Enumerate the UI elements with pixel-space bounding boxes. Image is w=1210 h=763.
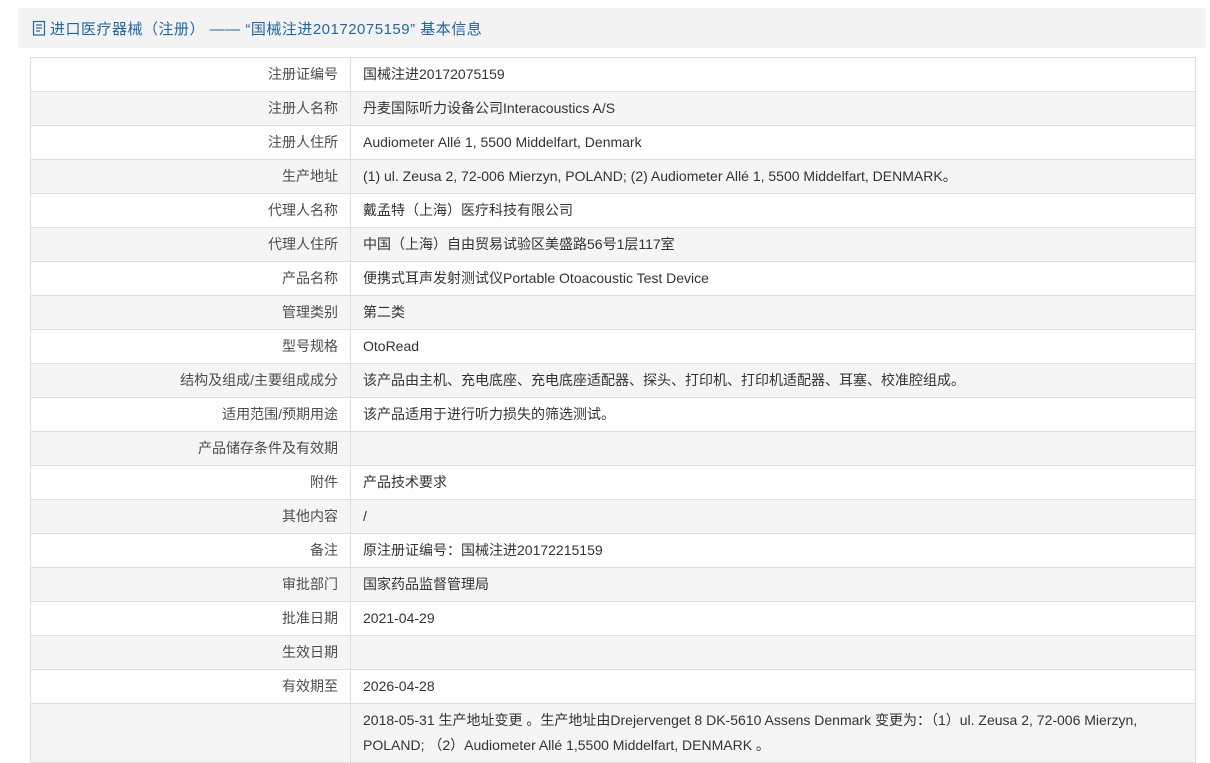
row-value — [350, 431, 1196, 466]
table-row: 批准日期 2021-04-29 — [30, 601, 1196, 636]
row-value: 2021-04-29 — [350, 601, 1196, 636]
row-label: 其他内容 — [30, 499, 351, 534]
info-table-body: 注册证编号 国械注进20172075159 注册人名称 丹麦国际听力设备公司Inter… — [30, 57, 1196, 763]
row-label: 注册人住所 — [30, 125, 351, 160]
table-row: 代理人住所 中国（上海）自由贸易试验区美盛路56号1层117室 — [30, 227, 1196, 262]
table-row: 代理人名称 戴孟特（上海）医疗科技有限公司 — [30, 193, 1196, 228]
row-label: 型号规格 — [30, 329, 351, 364]
row-label: 管理类别 — [30, 295, 351, 330]
row-label: 附件 — [30, 465, 351, 500]
table-row: 附件 产品技术要求 — [30, 465, 1196, 500]
row-label: 产品名称 — [30, 261, 351, 296]
registration-info-table-container: 注册证编号 国械注进20172075159 注册人名称 丹麦国际听力设备公司Inter… — [30, 57, 1196, 763]
page-header: 进口医疗器械（注册） —— “国械注进20172075159” 基本信息 — [18, 8, 1206, 48]
table-row: 适用范围/预期用途 该产品适用于进行听力损失的筛选测试。 — [30, 397, 1196, 432]
table-row: 生产地址 (1) ul. Zeusa 2, 72-006 Mierzyn, POL… — [30, 159, 1196, 194]
row-value: 2018-05-31 生产地址变更 。生产地址由Drejervenget 8 D… — [350, 703, 1196, 763]
table-row: 审批部门 国家药品监督管理局 — [30, 567, 1196, 602]
row-value: 国家药品监督管理局 — [350, 567, 1196, 602]
table-row: 备注 原注册证编号：国械注进20172215159 — [30, 533, 1196, 568]
row-value — [350, 635, 1196, 670]
row-value: 丹麦国际听力设备公司Interacoustics A/S — [350, 91, 1196, 126]
row-label: 批准日期 — [30, 601, 351, 636]
row-value: 产品技术要求 — [350, 465, 1196, 500]
row-value: (1) ul. Zeusa 2, 72-006 Mierzyn, POLAND;… — [350, 159, 1196, 194]
row-value: OtoRead — [350, 329, 1196, 364]
row-label — [30, 703, 351, 763]
table-row: 管理类别 第二类 — [30, 295, 1196, 330]
table-row: 注册人名称 丹麦国际听力设备公司Interacoustics A/S — [30, 91, 1196, 126]
row-value: 国械注进20172075159 — [350, 57, 1196, 92]
table-row: 产品名称 便携式耳声发射测试仪Portable Otoacoustic Test … — [30, 261, 1196, 296]
table-row: 2018-05-31 生产地址变更 。生产地址由Drejervenget 8 D… — [30, 703, 1196, 763]
row-value: 戴孟特（上海）医疗科技有限公司 — [350, 193, 1196, 228]
table-row: 结构及组成/主要组成成分 该产品由主机、充电底座、充电底座适配器、探头、打印机、打… — [30, 363, 1196, 398]
row-value: 中国（上海）自由贸易试验区美盛路56号1层117室 — [350, 227, 1196, 262]
row-value: 该产品由主机、充电底座、充电底座适配器、探头、打印机、打印机适配器、耳塞、校准腔… — [350, 363, 1196, 398]
row-value: 第二类 — [350, 295, 1196, 330]
row-label: 适用范围/预期用途 — [30, 397, 351, 432]
table-row: 有效期至 2026-04-28 — [30, 669, 1196, 704]
registration-info-table: 注册证编号 国械注进20172075159 注册人名称 丹麦国际听力设备公司Inter… — [30, 57, 1196, 763]
row-value: 2026-04-28 — [350, 669, 1196, 704]
row-label: 审批部门 — [30, 567, 351, 602]
row-label: 注册证编号 — [30, 57, 351, 92]
row-value: 便携式耳声发射测试仪Portable Otoacoustic Test Devi… — [350, 261, 1196, 296]
table-row: 型号规格 OtoRead — [30, 329, 1196, 364]
row-label: 注册人名称 — [30, 91, 351, 126]
table-row: 注册证编号 国械注进20172075159 — [30, 57, 1196, 92]
table-row: 生效日期 — [30, 635, 1196, 670]
row-label: 代理人住所 — [30, 227, 351, 262]
row-label: 产品储存条件及有效期 — [30, 431, 351, 466]
row-label: 生效日期 — [30, 635, 351, 670]
row-value: / — [350, 499, 1196, 534]
table-row: 产品储存条件及有效期 — [30, 431, 1196, 466]
row-label: 有效期至 — [30, 669, 351, 704]
row-value: 原注册证编号：国械注进20172215159 — [350, 533, 1196, 568]
table-row: 其他内容 / — [30, 499, 1196, 534]
row-value: Audiometer Allé 1, 5500 Middelfart, Denm… — [350, 125, 1196, 160]
page-title: 进口医疗器械（注册） —— “国械注进20172075159” 基本信息 — [50, 20, 483, 38]
row-label: 备注 — [30, 533, 351, 568]
row-label: 生产地址 — [30, 159, 351, 194]
row-label: 代理人名称 — [30, 193, 351, 228]
table-row: 注册人住所 Audiometer Allé 1, 5500 Middelfart,… — [30, 125, 1196, 160]
row-label: 结构及组成/主要组成成分 — [30, 363, 351, 398]
document-icon — [31, 20, 47, 36]
row-value: 该产品适用于进行听力损失的筛选测试。 — [350, 397, 1196, 432]
